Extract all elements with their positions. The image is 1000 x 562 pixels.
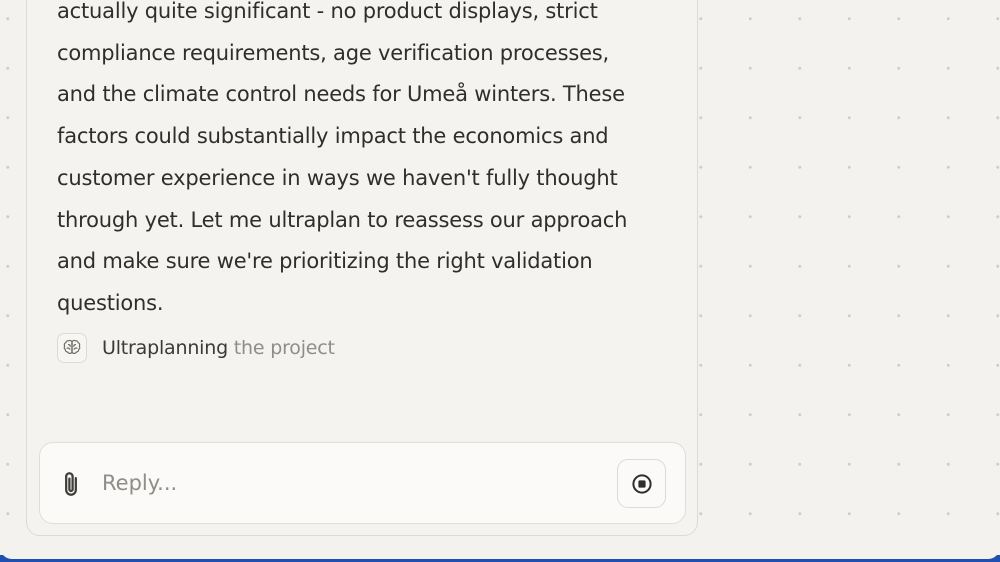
paperclip-icon[interactable] — [56, 469, 86, 499]
chat-panel: actually quite significant - no product … — [26, 0, 698, 536]
thinking-status-label: Ultraplanning the project — [102, 337, 335, 359]
assistant-message: actually quite significant - no product … — [57, 0, 628, 315]
thinking-status: Ultraplanning the project — [57, 332, 335, 364]
status-label-muted: the project — [227, 337, 335, 359]
stop-button[interactable] — [617, 459, 666, 508]
brain-icon — [57, 333, 87, 363]
window-bottom-edge — [0, 547, 1000, 562]
status-label-strong: Ultraplanning — [102, 337, 228, 359]
reply-input[interactable] — [102, 463, 582, 503]
stop-icon — [631, 473, 652, 494]
reply-composer — [39, 442, 686, 524]
